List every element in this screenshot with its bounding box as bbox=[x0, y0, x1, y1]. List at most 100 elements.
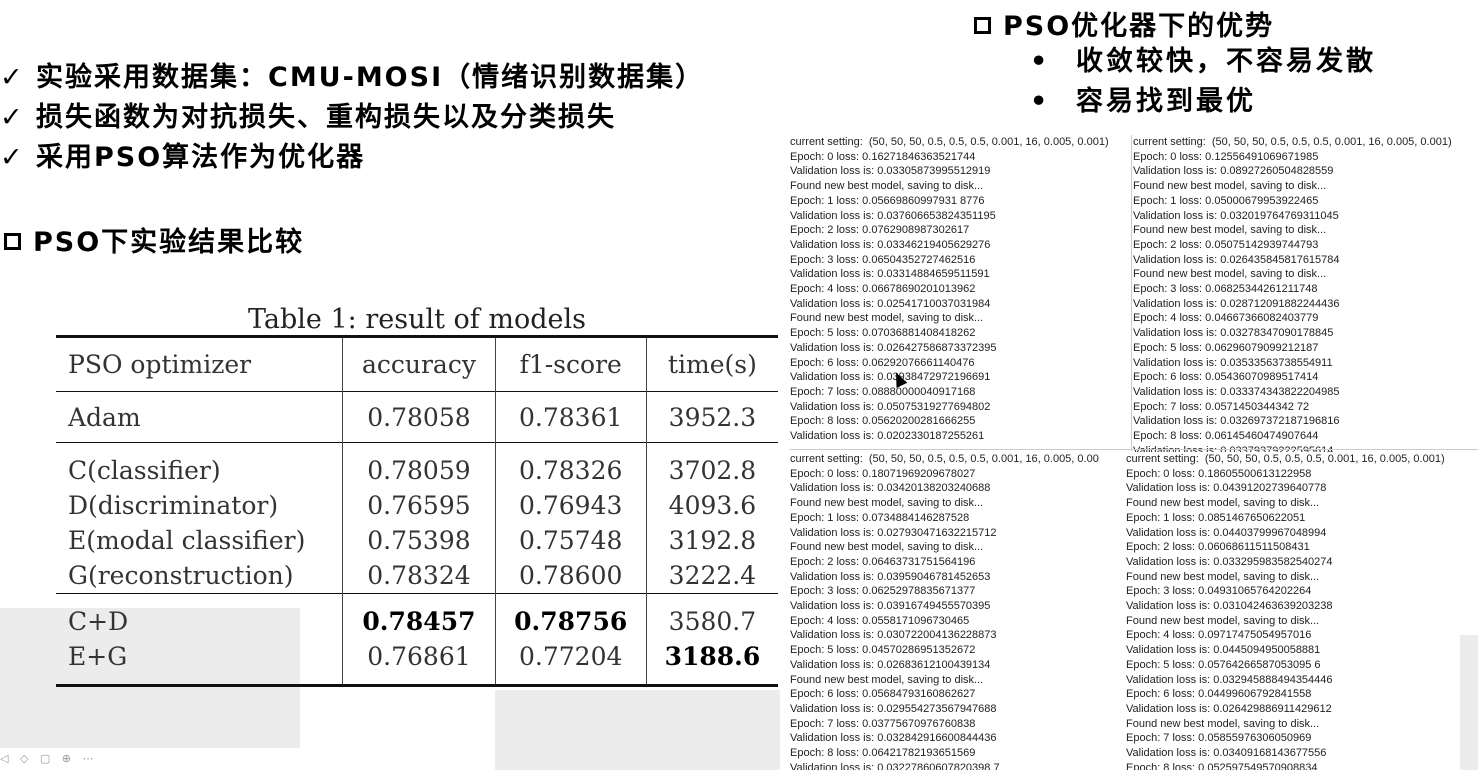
log-line: Epoch: 7 loss: 0.03775670976760838 bbox=[790, 717, 976, 730]
background-block bbox=[495, 690, 780, 770]
log-line: Validation loss is: 0.026427586873372395 bbox=[790, 341, 997, 354]
header-cell: time(s) bbox=[646, 335, 778, 392]
log-line: Found new best model, saving to disk... bbox=[1126, 497, 1320, 510]
log-line: Epoch: 2 loss: 0.06068611511508431 bbox=[1126, 541, 1310, 554]
value-cell: 0.75748 bbox=[495, 523, 647, 558]
model-cell: D(discriminator) bbox=[56, 488, 344, 523]
value-cell: 3702.8 bbox=[646, 442, 778, 488]
value-cell: 3580.7 bbox=[646, 593, 778, 639]
model-cell: C(classifier) bbox=[56, 442, 344, 488]
header-cell: f1-score bbox=[495, 335, 647, 392]
table-row: E+G 0.76861 0.77204 3188.6 bbox=[56, 639, 778, 687]
model-cell: C+D bbox=[56, 593, 344, 639]
log-line: Epoch: 2 loss: 0.0762908987302617 bbox=[790, 224, 970, 237]
log-line: Epoch: 1 loss: 0.05669860997931 8776 bbox=[790, 194, 985, 207]
log-line: Found new best model, saving to disk... bbox=[1126, 614, 1320, 627]
log-line: Epoch: 6 loss: 0.05436070989517414 bbox=[1133, 371, 1319, 384]
log-line: Epoch: 7 loss: 0.05855976306050969 bbox=[1126, 732, 1312, 745]
log-line: Validation loss is: 0.05075319277694802 bbox=[790, 400, 991, 413]
table-row: Adam 0.78058 0.78361 3952.3 bbox=[56, 391, 778, 443]
log-line: Validation loss is: 0.03346219405629276 bbox=[790, 238, 991, 251]
advantages-list: • 收敛较快，不容易发散 • 容易找到最优 bbox=[1030, 42, 1376, 122]
training-log-top-right: current setting: (50, 50, 50, 0.5, 0.5, … bbox=[1133, 135, 1478, 453]
log-line: Validation loss is: 0.03533563738554911 bbox=[1133, 356, 1333, 369]
value-cell: 0.76595 bbox=[342, 488, 496, 523]
log-line: Validation loss is: 0.032945888494354446 bbox=[1126, 673, 1333, 686]
log-line: Epoch: 0 loss: 0.12556491069671985 bbox=[1133, 150, 1319, 163]
results-table: PSO optimizer accuracy f1-score time(s) … bbox=[56, 335, 778, 687]
square-bullet-icon bbox=[974, 17, 991, 34]
log-divider bbox=[1131, 135, 1132, 451]
log-line: Found new best model, saving to disk... bbox=[790, 312, 984, 325]
log-line: Epoch: 8 loss: 0.052597549570908834 bbox=[1126, 761, 1318, 770]
log-line: Epoch: 1 loss: 0.0851467650622051 bbox=[1126, 511, 1306, 524]
advantage-item: • 容易找到最优 bbox=[1030, 82, 1376, 122]
square-bullet-icon bbox=[4, 233, 21, 250]
log-line: Found new best model, saving to disk... bbox=[790, 497, 984, 510]
advantage-item: • 收敛较快，不容易发散 bbox=[1030, 42, 1376, 82]
model-cell: E+G bbox=[56, 639, 344, 687]
log-line: Found new best model, saving to disk... bbox=[790, 541, 984, 554]
value-cell: 4093.6 bbox=[668, 491, 757, 520]
log-line: Epoch: 3 loss: 0.06825344261211748 bbox=[1133, 283, 1318, 296]
value-cell: 0.76861 bbox=[342, 639, 496, 687]
log-line: Epoch: 5 loss: 0.05764266587053095 6 bbox=[1126, 658, 1321, 671]
log-line: Epoch: 5 loss: 0.04570286951352672 bbox=[790, 644, 976, 657]
training-log-top-left: current setting: (50, 50, 50, 0.5, 0.5, … bbox=[790, 135, 1130, 446]
check-icon: ✓ bbox=[0, 142, 25, 173]
section-heading-advantages: PSO优化器下的优势 bbox=[974, 4, 1274, 43]
training-log-bottom-right: current setting: (50, 50, 50, 0.5, 0.5, … bbox=[1126, 452, 1460, 770]
log-line: Epoch: 8 loss: 0.06421782193651569 bbox=[790, 747, 976, 760]
value-cell: 0.78326 bbox=[495, 442, 647, 488]
value-cell: 3952.3 bbox=[646, 391, 778, 443]
log-line: Validation loss is: 0.026429886911429612 bbox=[1126, 702, 1332, 715]
log-line: Epoch: 3 loss: 0.06252978835671377 bbox=[790, 585, 976, 598]
log-line: current setting: (50, 50, 50, 0.5, 0.5, … bbox=[790, 453, 1099, 465]
value-cell: 0.78457 bbox=[342, 593, 496, 639]
log-line: Validation loss is: 0.028712091882244436 bbox=[1133, 297, 1340, 310]
log-line: Epoch: 4 loss: 0.09717475054957016 bbox=[1126, 629, 1312, 642]
log-line: Validation loss is: 0.03959046781452653 bbox=[790, 570, 991, 583]
log-line: Epoch: 4 loss: 0.04667366082403779 bbox=[1133, 312, 1319, 325]
log-line: Epoch: 8 loss: 0.06145460474907644 bbox=[1133, 430, 1319, 443]
log-line: Epoch: 5 loss: 0.07036881408418262 bbox=[790, 327, 976, 340]
model-cell: Adam bbox=[56, 391, 344, 443]
log-line: Epoch: 7 loss: 0.08880000040917168 bbox=[790, 385, 976, 398]
table-row: C(classifier) 0.78059 0.78326 3702.8 bbox=[56, 442, 778, 488]
log-line: Validation loss is: 0.0202330187255261 bbox=[790, 430, 985, 443]
value-cell: 0.78361 bbox=[495, 391, 647, 443]
value-cell: 0.78324 bbox=[342, 558, 496, 594]
log-line: Found new best model, saving to disk... bbox=[790, 180, 984, 193]
log-line: Validation loss is: 0.027930471632215712 bbox=[790, 526, 997, 539]
log-line: current setting: (50, 50, 50, 0.5, 0.5, … bbox=[790, 136, 1109, 148]
value-cell: 3192.8 bbox=[668, 526, 757, 555]
log-line: Validation loss is: 0.02541710037031984 bbox=[790, 297, 991, 310]
log-line: Epoch: 5 loss: 0.06296079099212187 bbox=[1133, 341, 1319, 354]
log-line: Validation loss is: 0.0445094950058881 bbox=[1126, 644, 1321, 657]
log-line: Validation loss is: 0.03916749455570395 bbox=[790, 600, 991, 613]
checklist-item: ✓ 损失函数为对抗损失、重构损失以及分类损失 bbox=[0, 98, 704, 138]
log-line: Found new best model, saving to disk... bbox=[1126, 570, 1320, 583]
log-line: Found new best model, saving to disk... bbox=[1133, 268, 1327, 281]
log-line: Validation loss is: 0.03314884659511591 bbox=[790, 268, 990, 281]
check-icon: ✓ bbox=[0, 62, 25, 93]
log-line: Validation loss is: 0.02683612100439134 bbox=[790, 658, 991, 671]
value-cell: 3188.6 bbox=[646, 639, 778, 687]
slide-toolbar[interactable]: ◁ ◇ ▢ ⊕ ⋯ bbox=[0, 752, 98, 765]
table-row: G(reconstruction) 0.78324 0.78600 3222.4 bbox=[56, 558, 778, 594]
log-line: Epoch: 6 loss: 0.05684793160862627 bbox=[790, 688, 976, 701]
checklist-item: ✓ 采用PSO算法作为优化器 bbox=[0, 138, 704, 178]
log-line: Validation loss is: 0.032697372187196816 bbox=[1133, 415, 1340, 428]
log-line: Epoch: 0 loss: 0.18071969209678027 bbox=[790, 467, 976, 480]
table-row: D(discriminator) 0.76595 0.76943 4093.6 bbox=[56, 488, 778, 523]
log-line: Validation loss is: 0.04403799967048994 bbox=[1126, 526, 1327, 539]
log-line: Epoch: 0 loss: 0.16271846363521744 bbox=[790, 150, 976, 163]
log-line: Validation loss is: 0.03278347090178845 bbox=[1133, 327, 1334, 340]
value-cell: 0.78756 bbox=[495, 593, 647, 639]
value-cell: 0.78059 bbox=[342, 442, 496, 488]
log-line: Epoch: 8 loss: 0.05620200281666255 bbox=[790, 415, 976, 428]
log-line: Validation loss is: 0.04391202739640778 bbox=[1126, 482, 1327, 495]
checklist: ✓ 实验采用数据集：CMU-MOSI（情绪识别数据集） ✓ 损失函数为对抗损失、重构… bbox=[0, 58, 704, 178]
log-line: Validation loss is: 0.032019764769311045 bbox=[1133, 209, 1339, 222]
table-caption: Table 1: result of models bbox=[248, 304, 586, 335]
